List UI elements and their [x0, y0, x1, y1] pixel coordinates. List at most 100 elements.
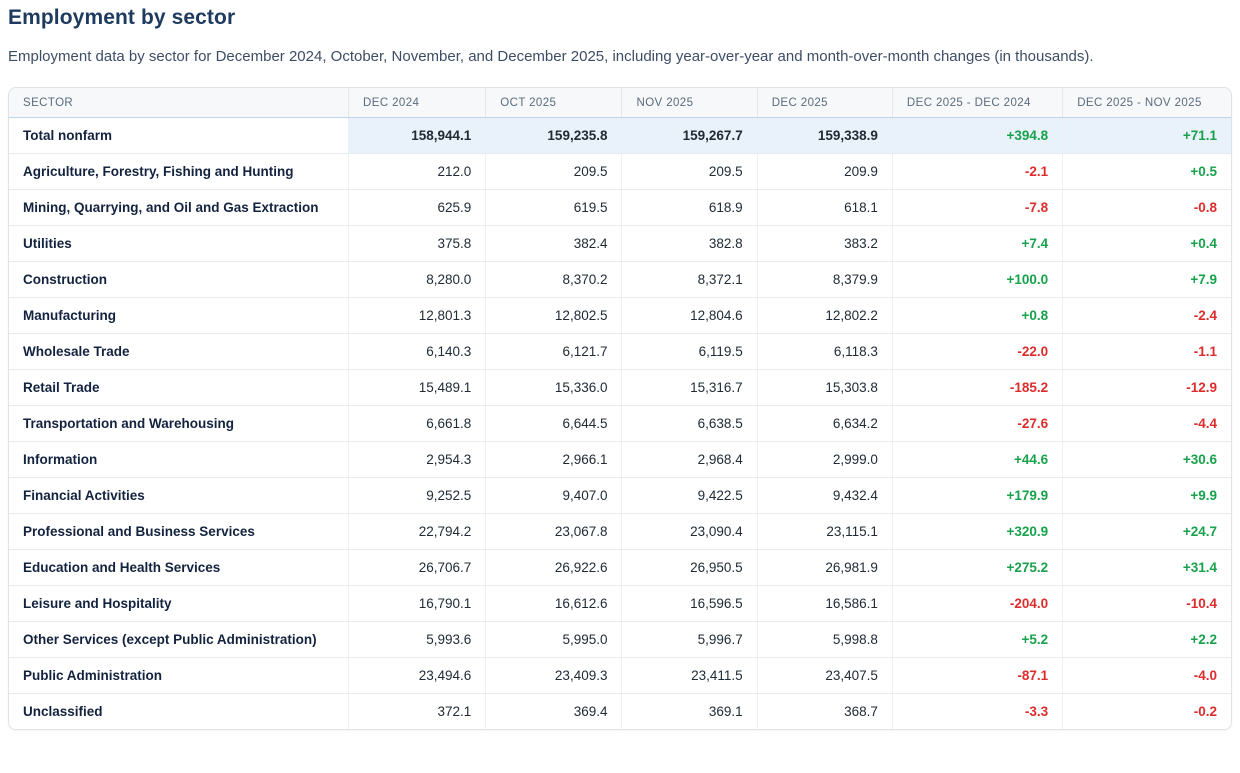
value-cell: 26,922.6	[486, 550, 622, 586]
value-cell: 23,115.1	[757, 514, 892, 550]
value-cell: 15,316.7	[622, 370, 757, 406]
table-row: Manufacturing12,801.312,802.512,804.612,…	[9, 298, 1231, 334]
column-header: DEC 2025	[757, 88, 892, 118]
table-header-row: SECTORDEC 2024OCT 2025NOV 2025DEC 2025DE…	[9, 88, 1231, 118]
value-cell: 209.9	[757, 154, 892, 190]
change-cell: +394.8	[892, 118, 1062, 154]
table-row: Mining, Quarrying, and Oil and Gas Extra…	[9, 190, 1231, 226]
sector-cell: Education and Health Services	[9, 550, 349, 586]
change-cell: -0.2	[1063, 694, 1231, 730]
sector-cell: Agriculture, Forestry, Fishing and Hunti…	[9, 154, 349, 190]
value-cell: 212.0	[349, 154, 486, 190]
value-cell: 2,966.1	[486, 442, 622, 478]
sector-cell: Information	[9, 442, 349, 478]
employment-page: Employment by sector Employment data by …	[0, 0, 1240, 730]
value-cell: 8,379.9	[757, 262, 892, 298]
sector-cell: Wholesale Trade	[9, 334, 349, 370]
sector-cell: Manufacturing	[9, 298, 349, 334]
value-cell: 6,118.3	[757, 334, 892, 370]
table-row: Unclassified372.1369.4369.1368.7-3.3-0.2	[9, 694, 1231, 730]
value-cell: 2,999.0	[757, 442, 892, 478]
table-row: Construction8,280.08,370.28,372.18,379.9…	[9, 262, 1231, 298]
table-row: Leisure and Hospitality16,790.116,612.61…	[9, 586, 1231, 622]
column-header: DEC 2025 - DEC 2024	[892, 88, 1062, 118]
value-cell: 625.9	[349, 190, 486, 226]
value-cell: 369.4	[486, 694, 622, 730]
table-row: Agriculture, Forestry, Fishing and Hunti…	[9, 154, 1231, 190]
sector-cell: Unclassified	[9, 694, 349, 730]
value-cell: 6,644.5	[486, 406, 622, 442]
change-cell: +31.4	[1063, 550, 1231, 586]
column-header: DEC 2024	[349, 88, 486, 118]
change-cell: +7.9	[1063, 262, 1231, 298]
change-cell: -10.4	[1063, 586, 1231, 622]
value-cell: 16,612.6	[486, 586, 622, 622]
value-cell: 9,432.4	[757, 478, 892, 514]
value-cell: 209.5	[486, 154, 622, 190]
change-cell: +7.4	[892, 226, 1062, 262]
value-cell: 159,267.7	[622, 118, 757, 154]
sector-cell: Financial Activities	[9, 478, 349, 514]
value-cell: 618.1	[757, 190, 892, 226]
value-cell: 6,638.5	[622, 406, 757, 442]
table-row: Other Services (except Public Administra…	[9, 622, 1231, 658]
value-cell: 12,804.6	[622, 298, 757, 334]
column-header: OCT 2025	[486, 88, 622, 118]
employment-table-container: SECTORDEC 2024OCT 2025NOV 2025DEC 2025DE…	[8, 87, 1232, 730]
value-cell: 6,661.8	[349, 406, 486, 442]
change-cell: +0.4	[1063, 226, 1231, 262]
value-cell: 375.8	[349, 226, 486, 262]
value-cell: 6,140.3	[349, 334, 486, 370]
value-cell: 8,372.1	[622, 262, 757, 298]
value-cell: 6,634.2	[757, 406, 892, 442]
value-cell: 8,370.2	[486, 262, 622, 298]
change-cell: -12.9	[1063, 370, 1231, 406]
value-cell: 5,998.8	[757, 622, 892, 658]
change-cell: +44.6	[892, 442, 1062, 478]
value-cell: 9,407.0	[486, 478, 622, 514]
change-cell: -2.1	[892, 154, 1062, 190]
value-cell: 26,981.9	[757, 550, 892, 586]
page-subtitle: Employment data by sector for December 2…	[8, 48, 1232, 65]
change-cell: -2.4	[1063, 298, 1231, 334]
value-cell: 16,790.1	[349, 586, 486, 622]
table-row: Wholesale Trade6,140.36,121.76,119.56,11…	[9, 334, 1231, 370]
value-cell: 159,235.8	[486, 118, 622, 154]
value-cell: 23,494.6	[349, 658, 486, 694]
column-header: DEC 2025 - NOV 2025	[1063, 88, 1231, 118]
employment-table: SECTORDEC 2024OCT 2025NOV 2025DEC 2025DE…	[9, 88, 1231, 729]
value-cell: 2,968.4	[622, 442, 757, 478]
change-cell: +100.0	[892, 262, 1062, 298]
value-cell: 158,944.1	[349, 118, 486, 154]
column-header: NOV 2025	[622, 88, 757, 118]
value-cell: 372.1	[349, 694, 486, 730]
value-cell: 26,706.7	[349, 550, 486, 586]
table-row: Information2,954.32,966.12,968.42,999.0+…	[9, 442, 1231, 478]
table-row: Utilities375.8382.4382.8383.2+7.4+0.4	[9, 226, 1231, 262]
sector-cell: Other Services (except Public Administra…	[9, 622, 349, 658]
table-row: Public Administration23,494.623,409.323,…	[9, 658, 1231, 694]
sector-cell: Utilities	[9, 226, 349, 262]
value-cell: 382.8	[622, 226, 757, 262]
value-cell: 23,409.3	[486, 658, 622, 694]
value-cell: 15,336.0	[486, 370, 622, 406]
value-cell: 26,950.5	[622, 550, 757, 586]
change-cell: -22.0	[892, 334, 1062, 370]
change-cell: +30.6	[1063, 442, 1231, 478]
change-cell: +5.2	[892, 622, 1062, 658]
table-row: Education and Health Services26,706.726,…	[9, 550, 1231, 586]
value-cell: 23,411.5	[622, 658, 757, 694]
value-cell: 5,995.0	[486, 622, 622, 658]
table-row: Professional and Business Services22,794…	[9, 514, 1231, 550]
sector-cell: Professional and Business Services	[9, 514, 349, 550]
value-cell: 16,586.1	[757, 586, 892, 622]
value-cell: 159,338.9	[757, 118, 892, 154]
change-cell: -4.4	[1063, 406, 1231, 442]
value-cell: 6,121.7	[486, 334, 622, 370]
value-cell: 12,802.2	[757, 298, 892, 334]
value-cell: 383.2	[757, 226, 892, 262]
value-cell: 12,802.5	[486, 298, 622, 334]
value-cell: 12,801.3	[349, 298, 486, 334]
value-cell: 368.7	[757, 694, 892, 730]
change-cell: -185.2	[892, 370, 1062, 406]
